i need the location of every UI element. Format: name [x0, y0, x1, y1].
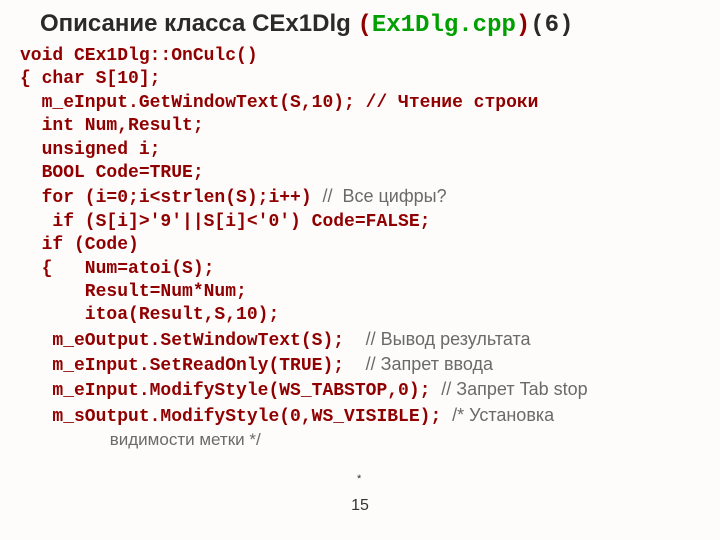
code-comment: // Запрет Tab stop — [441, 379, 587, 399]
title-paren-open: ( — [357, 12, 371, 39]
title-prefix: Описание класса CEx1Dlg — [40, 10, 357, 37]
code-comment: видимости метки */ — [20, 430, 261, 449]
code-line: Result=Num*Num; — [20, 282, 247, 302]
code-line: unsigned i; — [20, 140, 160, 160]
code-comment: /* Установка — [452, 405, 554, 425]
code-line: if (Code) — [20, 235, 139, 255]
code-block: void CEx1Dlg::OnCulc() { char S[10]; m_e… — [20, 45, 700, 454]
code-line: { char S[10]; — [20, 69, 160, 89]
title-paren-close: ) — [516, 12, 530, 39]
code-line: BOOL Code=TRUE; — [20, 163, 204, 183]
code-line: m_sOutput.ModifyStyle(0,WS_VISIBLE); — [20, 407, 452, 427]
code-line: for (i=0;i<strlen(S);i++) — [20, 188, 322, 208]
code-line: m_eInput.GetWindowText(S,10); — [20, 93, 366, 113]
code-comment: // Все цифры? — [322, 186, 446, 206]
code-line: m_eOutput.SetWindowText(S); — [20, 331, 366, 351]
slide-content: Описание класса CEx1Dlg (Ex1Dlg.cpp)(6) … — [0, 0, 720, 454]
code-line: int Num,Result; — [20, 116, 204, 136]
page-number: 15 — [0, 497, 720, 515]
code-comment: // Чтение строки — [366, 93, 539, 113]
slide-title: Описание класса CEx1Dlg (Ex1Dlg.cpp)(6) — [40, 10, 700, 39]
code-line: if (S[i]>'9'||S[i]<'0') Code=FALSE; — [20, 212, 430, 232]
code-comment: // Вывод результата — [366, 329, 531, 349]
code-line: m_eInput.ModifyStyle(WS_TABSTOP,0); — [20, 381, 441, 401]
code-line: m_eInput.SetReadOnly(TRUE); — [20, 356, 366, 376]
code-line: { Num=atoi(S); — [20, 259, 214, 279]
code-line: itoa(Result,S,10); — [20, 305, 279, 325]
title-file: Ex1Dlg.cpp — [372, 12, 516, 39]
code-line: void CEx1Dlg::OnCulc() — [20, 46, 258, 66]
footnote-mark: * — [357, 473, 361, 485]
code-comment: // Запрет ввода — [366, 354, 493, 374]
title-num: (6) — [530, 12, 573, 39]
